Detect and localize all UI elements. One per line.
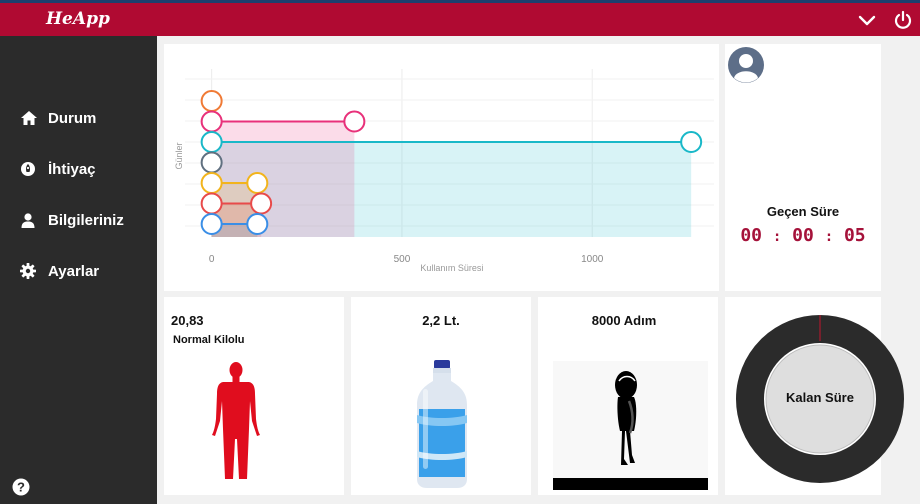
weight-card: 20,83 Normal Kilolu <box>164 297 344 495</box>
steps-card: 8000 Adım <box>538 297 718 495</box>
timer-card: Geçen Süre 00 : 00 : 05 <box>725 44 881 291</box>
body-figure-icon <box>212 362 260 479</box>
remaining-time-card: Kalan Süre <box>725 297 904 495</box>
chart-point-end <box>246 213 269 235</box>
sidebar-item-ayarlar[interactable]: Ayarlar <box>0 254 157 288</box>
help-icon[interactable]: ? <box>12 478 30 496</box>
user-icon <box>21 213 35 228</box>
avatar[interactable] <box>728 47 764 83</box>
steps-value: 8000 Adım <box>591 313 657 328</box>
chart-point-start <box>200 131 223 153</box>
sidebar-item-label: Bilgileriniz <box>48 211 124 229</box>
chart-point-start <box>200 110 223 133</box>
chart-point-start <box>200 151 223 174</box>
ground-strip <box>553 478 708 490</box>
water-value: 2,2 Lt. <box>422 313 460 328</box>
elapsed-time-title: Geçen Süre <box>766 204 840 219</box>
home-icon <box>21 111 37 125</box>
timer-separator: : <box>772 229 782 245</box>
sidebar-item-ihtiyac[interactable]: İhtiyaç <box>0 152 157 186</box>
bmi-label: Normal Kilolu <box>173 334 245 346</box>
timer-hours: 00 <box>740 225 763 246</box>
sidebar-item-label: Durum <box>48 109 97 127</box>
chart-point-start <box>200 172 223 194</box>
sidebar-item-durum[interactable]: Durum <box>0 101 157 135</box>
sidebar-item-label: İhtiyaç <box>48 160 96 178</box>
chart-x-tick-label: 500 <box>394 254 411 265</box>
elapsed-time-display: 00 : 00 : 05 <box>725 225 881 246</box>
chart-x-axis-label: Kullanım Süresi <box>420 263 483 273</box>
rocket-icon <box>21 162 35 176</box>
chart-x-tick-label: 1000 <box>581 254 604 265</box>
main-content: 0 500 1000 Kullanım Süresi Günler Geçen Süre… <box>157 36 920 504</box>
chart-point-start <box>200 192 223 215</box>
walking-figure-icon <box>615 371 637 465</box>
chart-point-start <box>200 90 223 112</box>
remaining-time-label: Kalan Süre <box>786 390 854 405</box>
top-bar: HeApp <box>0 0 920 36</box>
svg-text:?: ? <box>17 480 25 495</box>
usage-chart-card: 0 500 1000 Kullanım Süresi Günler <box>164 44 719 291</box>
timer-seconds: 05 <box>843 225 866 246</box>
usage-chart: 0 500 1000 Kullanım Süresi Günler <box>174 69 714 273</box>
chart-point-end <box>680 131 703 153</box>
power-icon[interactable] <box>893 10 913 30</box>
timer-separator: : <box>824 229 834 245</box>
gear-icon <box>20 263 36 279</box>
app-title: HeApp <box>46 9 110 29</box>
chart-point-end <box>343 110 366 133</box>
chart-point-start <box>200 213 223 235</box>
chart-point-end <box>246 172 269 194</box>
sidebar-item-bilgileriniz[interactable]: Bilgileriniz <box>0 203 157 237</box>
water-bottle-icon <box>417 360 467 488</box>
chevron-down-icon[interactable] <box>857 10 877 30</box>
sidebar-item-label: Ayarlar <box>48 262 100 280</box>
water-card: 2,2 Lt. <box>351 297 531 495</box>
chart-x-tick-label: 0 <box>209 254 215 265</box>
sidebar: Durum İhtiyaç Bilgileriniz Ayarlar <box>0 36 157 504</box>
chart-point-end <box>250 192 273 215</box>
chart-y-axis-label: Günler <box>174 142 184 169</box>
timer-minutes: 00 <box>792 225 814 246</box>
bmi-value: 20,83 <box>171 313 204 328</box>
